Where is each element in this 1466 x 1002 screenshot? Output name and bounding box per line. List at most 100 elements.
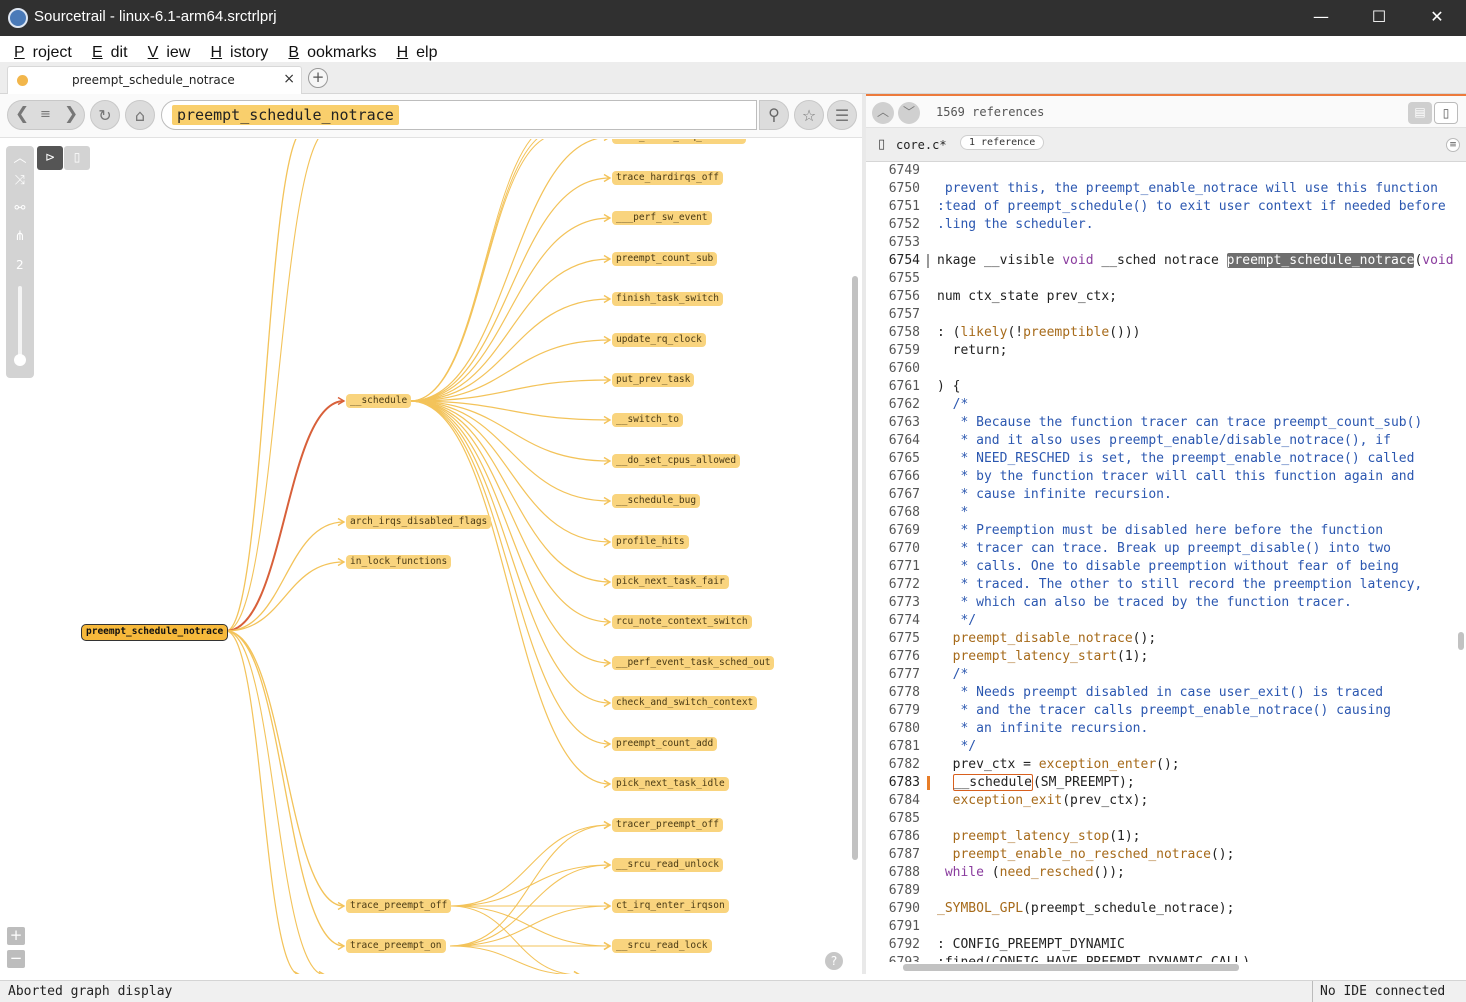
code-line[interactable]: 6766 * by the function tracer will call … [866, 468, 1454, 486]
graph-node-ct-irq-enter-irqson[interactable]: ct_irq_enter_irqson [612, 899, 729, 913]
code-line[interactable]: 6770 * tracer can trace. Break up preemp… [866, 540, 1454, 558]
code-text[interactable]: * traced. The other to still record the … [937, 576, 1422, 594]
code-text[interactable]: :fined(CONFIG_HAVE_PREEMPT_DYNAMIC_CALL) [937, 954, 1250, 962]
minimize-button[interactable]: — [1292, 0, 1350, 36]
code-text[interactable]: preempt_enable_no_resched_notrace(); [937, 846, 1235, 864]
code-vertical-scrollbar[interactable] [1458, 632, 1464, 650]
code-line[interactable]: 6768 * [866, 504, 1454, 522]
code-line[interactable]: 6764 * and it also uses preempt_enable/d… [866, 432, 1454, 450]
code-line[interactable]: 6793:fined(CONFIG_HAVE_PREEMPT_DYNAMIC_C… [866, 954, 1454, 962]
single-file-mode-icon[interactable]: ▯ [1434, 102, 1458, 124]
code-line[interactable]: 6783 __schedule(SM_PREEMPT); [866, 774, 1454, 792]
code-line[interactable]: 6751:tead of preempt_schedule() to exit … [866, 198, 1454, 216]
graph-node-arch-local-irq-disable[interactable]: arch_local_irq_disable [612, 139, 746, 144]
code-text[interactable]: ) { [937, 378, 960, 396]
code-line[interactable]: 6761) { [866, 378, 1454, 396]
graph-node-tracer-preempt-off[interactable]: tracer_preempt_off [612, 818, 723, 832]
snippet-mode-icon[interactable]: ▤ [1408, 102, 1432, 124]
code-text[interactable]: * an infinite recursion. [937, 720, 1148, 738]
graph-node-trace-preempt-off[interactable]: trace_preempt_off [346, 899, 452, 913]
code-text[interactable]: * tracer can trace. Break up preempt_dis… [937, 540, 1390, 558]
code-line[interactable]: 6771 * calls. One to disable preemption … [866, 558, 1454, 576]
graph-node-do-set-cpus-allowed[interactable]: __do_set_cpus_allowed [612, 454, 741, 468]
graph-node-check-and-switch-context[interactable]: check_and_switch_context [612, 696, 758, 710]
refresh-button[interactable]: ↻ [90, 100, 120, 130]
code-text[interactable]: .ling the scheduler. [937, 216, 1094, 234]
code-line[interactable]: 6778 * Needs preempt disabled in case us… [866, 684, 1454, 702]
graph-node-rcu-note-context-switch[interactable]: rcu_note_context_switch [612, 615, 752, 629]
menu-project[interactable]: Project [0, 36, 73, 62]
graph-node-arch-irqs-disabled-flags[interactable]: arch_irqs_disabled_flags [346, 515, 492, 529]
code-text[interactable]: :tead of preempt_schedule() to exit user… [937, 198, 1446, 216]
code-line[interactable]: 6782 prev_ctx = exception_enter(); [866, 756, 1454, 774]
code-line[interactable]: 6785 [866, 810, 1454, 828]
back-icon[interactable]: ❮ [15, 104, 29, 124]
code-line[interactable]: 6775 preempt_disable_notrace(); [866, 630, 1454, 648]
file-name[interactable]: core.c* [896, 138, 947, 152]
forward-icon[interactable]: ❯ [64, 104, 78, 124]
code-line[interactable]: 6777 /* [866, 666, 1454, 684]
graph-node-update-rq-clock[interactable]: update_rq_clock [612, 333, 706, 347]
code-line[interactable]: 6776 preempt_latency_start(1); [866, 648, 1454, 666]
code-line[interactable]: 6781 */ [866, 738, 1454, 756]
graph-group-icon[interactable]: ⚯ [8, 198, 32, 222]
graph-share-icon[interactable]: ⋔ [8, 226, 32, 250]
code-text[interactable]: */ [937, 612, 976, 630]
code-text[interactable]: return; [937, 342, 1008, 360]
code-line[interactable]: 6772 * traced. The other to still record… [866, 576, 1454, 594]
code-line[interactable]: 6773 * which can also be traced by the f… [866, 594, 1454, 612]
graph-node-schedule[interactable]: __schedule [346, 394, 412, 408]
menu-edit[interactable]: Edit [78, 36, 129, 62]
graph-node-perf-sw-event[interactable]: ___perf_sw_event [612, 211, 712, 225]
code-line[interactable]: 6756 num ctx_state prev_ctx; [866, 288, 1454, 306]
code-line[interactable]: 6769 * Preemption must be disabled here … [866, 522, 1454, 540]
code-line[interactable]: 6791 [866, 918, 1454, 936]
code-line[interactable]: 6750 prevent this, the preempt_enable_no… [866, 180, 1454, 198]
code-line[interactable]: 6767 * cause infinite recursion. [866, 486, 1454, 504]
code-line[interactable]: 6760 [866, 360, 1454, 378]
code-line[interactable]: 6763 * Because the function tracer can t… [866, 414, 1454, 432]
tab-preempt-schedule-notrace[interactable]: preempt_schedule_notrace × [7, 66, 302, 94]
graph-node-srcu-read-unlock[interactable]: __srcu_read_unlock [612, 858, 723, 872]
code-text[interactable]: */ [937, 738, 976, 756]
menu-history[interactable]: History [196, 36, 269, 62]
code-line[interactable]: 6762 /* [866, 396, 1454, 414]
code-line[interactable]: 6786 preempt_latency_stop(1); [866, 828, 1454, 846]
graph-node-preempt-schedule-notrace[interactable]: preempt_schedule_notrace [81, 624, 229, 641]
code-text[interactable]: * NEED_RESCHED is set, the preempt_enabl… [937, 450, 1414, 468]
home-button[interactable]: ⌂ [125, 100, 155, 130]
code-view-toggle-icon[interactable]: ▯ [64, 146, 90, 170]
code-text[interactable]: * and it also uses preempt_enable/disabl… [937, 432, 1390, 450]
code-text[interactable]: * which can also be traced by the functi… [937, 594, 1351, 612]
new-tab-button[interactable]: + [308, 68, 328, 88]
code-line[interactable]: 6765 * NEED_RESCHED is set, the preempt_… [866, 450, 1454, 468]
code-line[interactable]: 6752 .ling the scheduler. [866, 216, 1454, 234]
code-text[interactable]: prevent this, the preempt_enable_notrace… [937, 180, 1438, 198]
code-text[interactable]: _SYMBOL_GPL(preempt_schedule_notrace); [937, 900, 1234, 918]
code-horizontal-scrollbar[interactable] [903, 964, 1239, 971]
code-line[interactable]: 6755 [866, 270, 1454, 288]
tab-close-icon[interactable]: × [283, 71, 295, 87]
next-reference-icon[interactable]: ﹀ [898, 102, 920, 124]
graph-node-preempt-count-add[interactable]: preempt_count_add [612, 737, 718, 751]
code-line[interactable]: 6784 exception_exit(prev_ctx); [866, 792, 1454, 810]
code-text[interactable]: __schedule(SM_PREEMPT); [937, 774, 1135, 792]
graph-view[interactable]: preempt_schedule_notrace __schedule arch_i… [0, 139, 862, 974]
code-text[interactable]: * Preemption must be disabled here befor… [937, 522, 1383, 540]
code-line[interactable]: 6758: (likely(!preemptible())) [866, 324, 1454, 342]
graph-node-trace-hardirqs-off[interactable]: trace_hardirqs_off [612, 171, 723, 185]
code-text[interactable]: nkage __visible void __sched notrace pre… [937, 252, 1454, 270]
code-text[interactable]: num ctx_state prev_ctx; [937, 288, 1117, 306]
graph-node-trace-preempt-on[interactable]: trace_preempt_on [346, 939, 446, 953]
code-text[interactable]: prev_ctx = exception_enter(); [937, 756, 1180, 774]
graph-node-schedule-bug[interactable]: __schedule_bug [612, 494, 701, 508]
depth-slider-track[interactable] [18, 286, 22, 360]
code-line[interactable]: 6780 * an infinite recursion. [866, 720, 1454, 738]
menu-view[interactable]: View [134, 36, 192, 62]
code-line[interactable]: 6779 * and the tracer calls preempt_enab… [866, 702, 1454, 720]
maximize-button[interactable]: ☐ [1350, 0, 1408, 36]
graph-layout-icon[interactable]: ⤨ [8, 170, 32, 194]
search-input[interactable]: preempt_schedule_notrace [161, 100, 757, 130]
code-line[interactable]: 6759 return; [866, 342, 1454, 360]
code-text[interactable]: /* [937, 396, 969, 414]
